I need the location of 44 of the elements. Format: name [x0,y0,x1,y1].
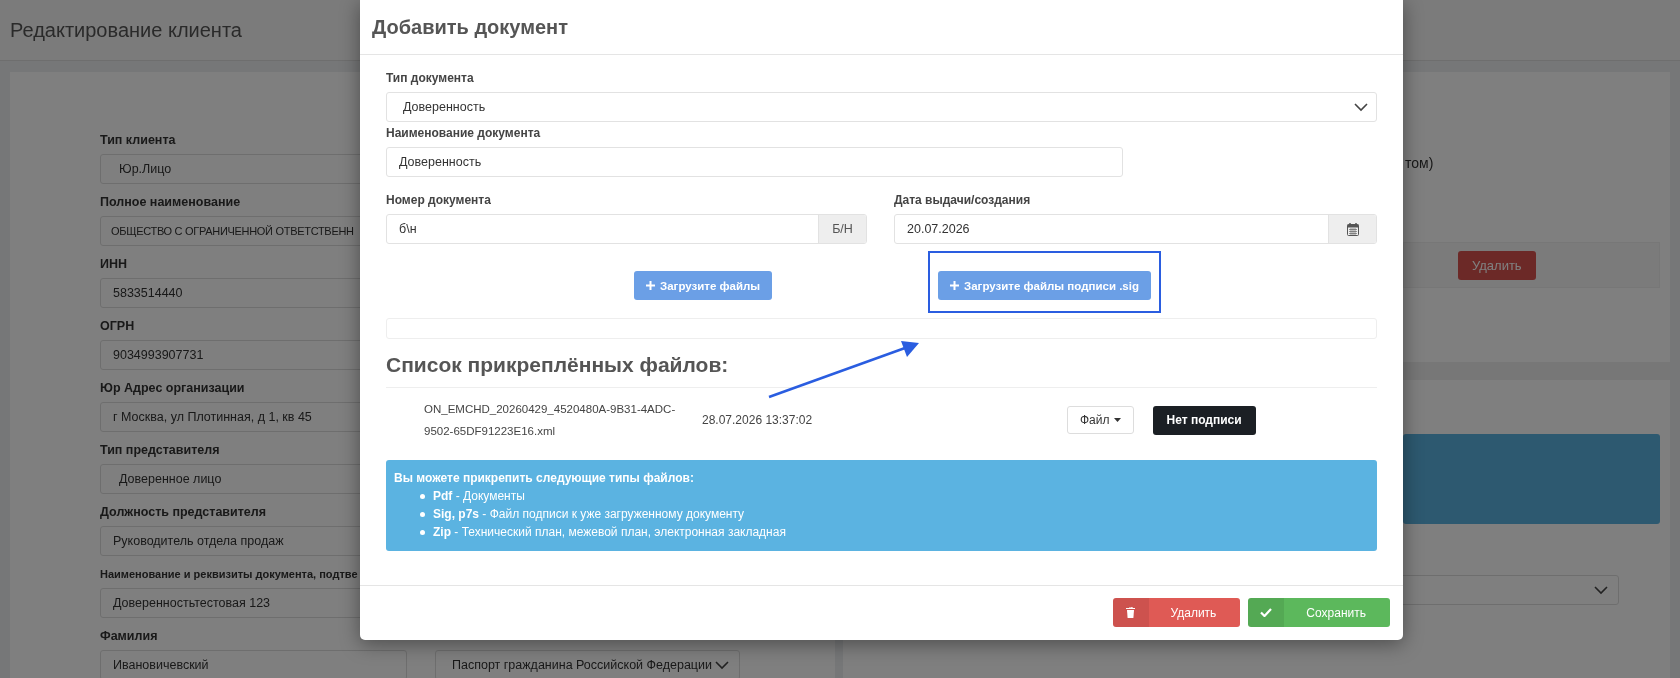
field-label: Полное наименование [100,194,241,211]
field-label: Номер документа [386,192,492,209]
input-field[interactable]: Доверенность [386,147,1123,177]
field-label: ОГРН [100,318,135,335]
upload-signature-button[interactable]: Загрузите файлы подписи .sig [938,271,1151,300]
panel-text: том) [1405,155,1434,171]
chevron-down-icon [1354,102,1368,112]
field-label: Наименование документа [386,125,542,142]
section-heading: Список прикреплённых файлов: [386,353,1377,388]
caret-icon [1113,418,1121,422]
file-dropdown-button[interactable]: Файл [1067,406,1134,434]
signature-button[interactable]: Нет подписи [1152,405,1256,435]
bullet-icon [420,493,425,499]
trash-icon [1126,607,1136,618]
chevron-down-icon [1594,585,1608,595]
document-type-select[interactable]: Доверенность [386,92,1377,122]
modal-title: Добавить документ [372,15,568,39]
info-item: Zip - Технический план, межевой план, электронная закладная [433,524,786,541]
save-button[interactable]: Сохранить [1248,598,1390,627]
field-label: Дата выдачи/создания [894,192,1032,209]
bullet-icon [420,529,425,535]
info-item: Pdf - Документы [433,488,525,505]
field-label: Должность представителя [100,504,267,521]
field-label: Тип представителя [100,442,220,459]
plus-icon [950,281,959,290]
delete-button[interactable]: Удалить [1112,598,1241,627]
field-label: Наименование и реквизиты документа, подтве [100,567,358,582]
field-label: Фамилия [100,628,158,645]
bullet-icon [420,511,425,517]
field-label: Тип документа [386,70,475,87]
file-date: 28.07.2026 13:37:02 [701,413,814,427]
page-title: Редактирование клиента [10,18,242,42]
delete-button[interactable]: Удалить [1458,251,1536,280]
plus-icon [646,281,655,290]
input-field[interactable]: Ивановичевский [100,650,407,678]
field-label: ИНН [100,256,128,273]
file-name: ON_EMCHD_20260429_4520480A-9B31-4ADC-9502-65DF91223E16.xml [424,402,677,439]
chevron-down-icon [715,660,729,670]
check-icon [1260,608,1273,617]
field-label: Тип клиента [100,132,176,149]
upload-button[interactable]: Загрузите файлы [634,271,773,300]
info-item: Sig, p7s - Файл подписи к уже загруженному документу [433,506,745,523]
field-label: Юр Адрес организации [100,380,245,397]
select-field[interactable]: Паспорт гражданина Российской Федерации [435,650,740,678]
